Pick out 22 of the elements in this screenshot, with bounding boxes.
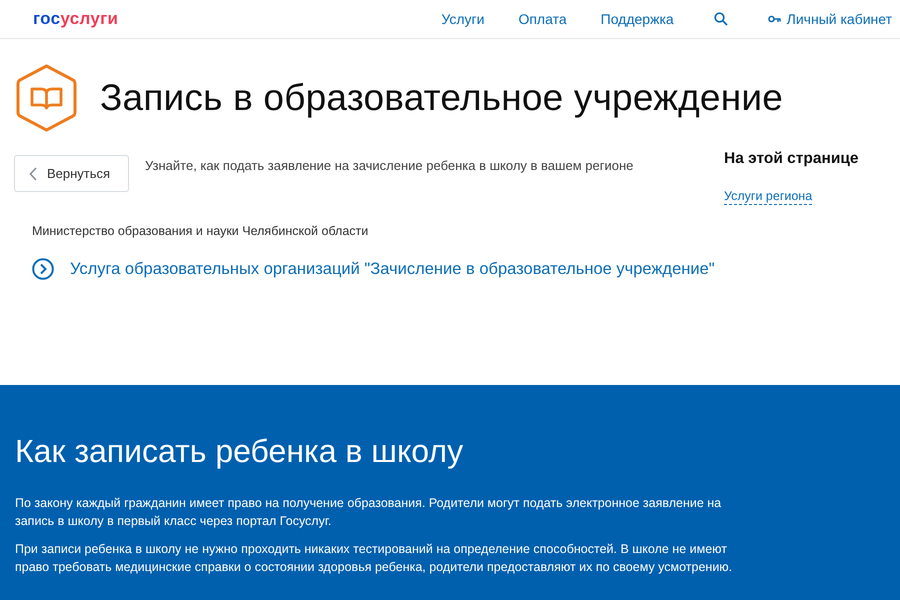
nav-link[interactable]: Оплата [518,8,567,30]
organization-name: Министерство образования и науки Челябинской области [32,223,370,240]
service-link-label: Услуга образовательных организаций "Зачисление в образовательное учреждение" [70,258,715,280]
info-paragraph: При записи ребенка в школу не нужно проходить никаких тестирований на определение способностей. В школе не имеют право требовать медицинские справки о состоянии здоровья ребенка, родители предоставляют их по своему усмотрению. [15,541,734,576]
logo[interactable]: госуслуги [33,6,118,32]
service-link[interactable]: Услуга образовательных организаций "Зачисление в образовательное учреждение" [32,256,724,282]
chevron-left-icon [29,166,37,180]
account-link[interactable]: Личный кабинет [768,8,892,30]
back-button[interactable]: Вернуться [14,155,129,192]
key-icon [768,15,781,23]
info-heading: Как записать ребенка в школу [15,432,464,471]
intro-text: Узнайте, как подать заявление на зачисление ребенка в школу в вашем регионе [145,157,634,175]
search-icon[interactable] [714,12,728,26]
sidebar-heading: На этой странице [724,149,860,169]
book-icon [15,63,78,133]
nav-link[interactable]: Услуги [441,8,484,30]
nav-link[interactable]: Поддержка [600,8,674,30]
info-paragraph: По закону каждый гражданин имеет право на получение образования. Родители могут подать электронное заявление на запись в школу в первый класс через портал Госуслуг. [15,495,722,530]
account-label: Личный кабинет [786,10,892,28]
sidebar-link[interactable]: Услуги региона [724,188,812,206]
chevron-circle-icon [32,258,54,280]
page-title: Запись в образовательное учреждение [100,76,783,120]
